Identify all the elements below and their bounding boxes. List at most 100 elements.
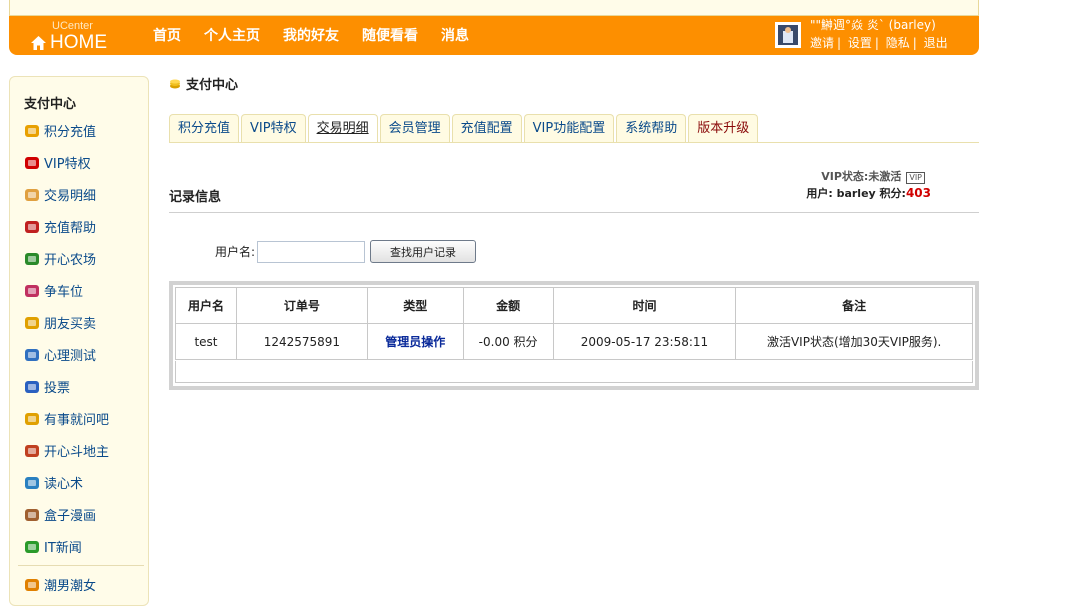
col-username: 用户名 bbox=[175, 287, 237, 324]
section-title: 记录信息 bbox=[169, 190, 222, 205]
tab-points-recharge[interactable]: 积分充值 bbox=[169, 114, 240, 142]
sidebar-item-label: 朋友买卖 bbox=[44, 317, 97, 332]
search-form: 用户名: 查找用户记录 bbox=[215, 240, 477, 263]
tab-bar: 积分充值 VIP特权 交易明细 会员管理 充值配置 VIP功能配置 系统帮助 版… bbox=[169, 114, 760, 142]
sprout-icon bbox=[24, 251, 40, 267]
coin-stack-icon bbox=[170, 79, 180, 88]
sidebar-item-label: 心理测试 bbox=[44, 349, 97, 364]
sidebar-item-label: 潮男潮女 bbox=[44, 579, 97, 594]
flask-icon bbox=[24, 347, 40, 363]
table-row: test 1242575891 管理员操作 -0.00 积分 2009-05-1… bbox=[175, 323, 973, 360]
sidebar-item-12[interactable]: 读心术 bbox=[24, 473, 83, 492]
cell-order-number: 1242575891 bbox=[235, 323, 368, 360]
records-table: 用户名 订单号 类型 金额 时间 备注 test 1242575891 管理员操… bbox=[175, 287, 973, 360]
sidebar: 支付中心 积分充值 VIP特权交易明细充值帮助开心农场争车位朋友买卖心理测试投票有… bbox=[9, 76, 149, 606]
sidebar-item-7[interactable]: 朋友买卖 bbox=[24, 313, 96, 332]
tab-system-help[interactable]: 系统帮助 bbox=[616, 114, 687, 142]
sidebar-item-label: 充值帮助 bbox=[44, 221, 97, 236]
vip-status: VIP状态:未激活 VIP bbox=[821, 168, 925, 184]
search-user-records-button[interactable]: 查找用户记录 bbox=[370, 240, 477, 263]
sidebar-item-15[interactable]: 潮男潮女 bbox=[24, 575, 96, 594]
help-icon bbox=[24, 219, 40, 235]
tab-recharge-config[interactable]: 充值配置 bbox=[451, 114, 522, 142]
col-note: 备注 bbox=[735, 287, 973, 324]
invite-link[interactable]: 邀请 bbox=[810, 36, 834, 50]
tab-member-management[interactable]: 会员管理 bbox=[379, 114, 450, 142]
sidebar-item-label: IT新闻 bbox=[44, 541, 82, 556]
sidebar-item-4[interactable]: 充值帮助 bbox=[24, 217, 96, 236]
coins-icon bbox=[24, 123, 40, 139]
tab-divider bbox=[169, 142, 979, 143]
tab-vip-privileges[interactable]: VIP特权 bbox=[241, 114, 306, 142]
sidebar-item-1[interactable]: 积分充值 bbox=[24, 121, 96, 140]
header-bar: UCenter HOME 首页 个人主页 我的好友 随便看看 消息 ""鰰週°焱… bbox=[9, 16, 979, 55]
points-value: 403 bbox=[905, 186, 931, 200]
section-divider bbox=[169, 212, 979, 213]
user-points-info: 用户: barley 积分:403 bbox=[806, 186, 931, 200]
chart-icon bbox=[24, 379, 40, 395]
list-icon bbox=[24, 187, 40, 203]
nav-profile[interactable]: 个人主页 bbox=[204, 25, 260, 45]
sidebar-item-9[interactable]: 投票 bbox=[24, 377, 70, 396]
sidebar-item-8[interactable]: 心理测试 bbox=[24, 345, 96, 364]
sidebar-item-2[interactable]: VIP特权 bbox=[24, 153, 91, 172]
sidebar-item-label: 投票 bbox=[44, 381, 71, 396]
sidebar-item-10[interactable]: 有事就问吧 bbox=[24, 409, 109, 428]
sidebar-item-label: 开心斗地主 bbox=[44, 445, 110, 460]
tab-transactions[interactable]: 交易明细 bbox=[307, 114, 378, 142]
car-icon bbox=[24, 283, 40, 299]
nav-home[interactable]: 首页 bbox=[153, 25, 181, 45]
records-table-container: 用户名 订单号 类型 金额 时间 备注 test 1242575891 管理员操… bbox=[169, 281, 979, 390]
sidebar-item-14[interactable]: IT新闻 bbox=[24, 537, 82, 556]
cell-note: 激活VIP状态(增加30天VIP服务). bbox=[735, 323, 973, 360]
box-icon bbox=[24, 507, 40, 523]
nav-friends[interactable]: 我的好友 bbox=[283, 25, 339, 45]
tab-vip-function-config[interactable]: VIP功能配置 bbox=[523, 114, 615, 142]
question-icon bbox=[24, 411, 40, 427]
sidebar-item-label: VIP特权 bbox=[44, 157, 91, 172]
globe-icon bbox=[24, 475, 40, 491]
table-header-row: 用户名 订单号 类型 金额 时间 备注 bbox=[175, 287, 973, 324]
sidebar-item-label: 开心农场 bbox=[44, 253, 97, 268]
news-icon bbox=[24, 539, 40, 555]
sidebar-item-5[interactable]: 开心农场 bbox=[24, 249, 96, 268]
sidebar-item-label: 有事就问吧 bbox=[44, 413, 110, 428]
nav-explore[interactable]: 随便看看 bbox=[362, 25, 418, 45]
sidebar-item-label: 积分充值 bbox=[44, 125, 97, 140]
sidebar-divider bbox=[18, 565, 144, 566]
logout-link[interactable]: 退出 bbox=[924, 36, 948, 50]
privacy-link[interactable]: 隐私 bbox=[886, 36, 910, 50]
cards-icon bbox=[24, 443, 40, 459]
sidebar-item-6[interactable]: 争车位 bbox=[24, 281, 83, 300]
table-footer bbox=[175, 361, 973, 383]
people-icon bbox=[24, 577, 40, 593]
settings-link[interactable]: 设置 bbox=[848, 36, 872, 50]
col-time: 时间 bbox=[552, 287, 737, 324]
col-type: 类型 bbox=[366, 287, 464, 324]
cell-username: test bbox=[175, 323, 237, 360]
nav-messages[interactable]: 消息 bbox=[441, 25, 469, 45]
user-links: 邀请 | 设置 | 隐私 | 退出 bbox=[810, 36, 948, 50]
sidebar-title: 支付中心 bbox=[24, 97, 77, 112]
sidebar-item-label: 交易明细 bbox=[44, 189, 97, 204]
page-title: 支付中心 bbox=[186, 78, 239, 93]
user-display-name[interactable]: ""鰰週°焱 炎` (barley) bbox=[810, 16, 936, 33]
sidebar-item-13[interactable]: 盒子漫画 bbox=[24, 505, 96, 524]
logo-home-text: HOME bbox=[50, 32, 107, 53]
sidebar-item-3[interactable]: 交易明细 bbox=[24, 185, 96, 204]
sidebar-item-label: 读心术 bbox=[44, 477, 84, 492]
vip-icon bbox=[24, 155, 40, 171]
top-strip bbox=[9, 0, 979, 16]
sidebar-item-label: 盒子漫画 bbox=[44, 509, 97, 524]
username-input[interactable] bbox=[257, 240, 366, 263]
avatar[interactable] bbox=[775, 22, 801, 48]
col-amount: 金额 bbox=[462, 287, 554, 324]
tab-version-upgrade[interactable]: 版本升级 bbox=[688, 114, 759, 142]
main-nav: 首页 个人主页 我的好友 随便看看 消息 bbox=[153, 25, 492, 45]
home-icon bbox=[31, 36, 46, 50]
sidebar-item-label: 争车位 bbox=[44, 285, 84, 300]
vip-badge-icon: VIP bbox=[906, 172, 925, 184]
cell-amount: -0.00 积分 bbox=[462, 323, 554, 360]
sidebar-item-11[interactable]: 开心斗地主 bbox=[24, 441, 109, 460]
cell-type: 管理员操作 bbox=[366, 323, 464, 360]
